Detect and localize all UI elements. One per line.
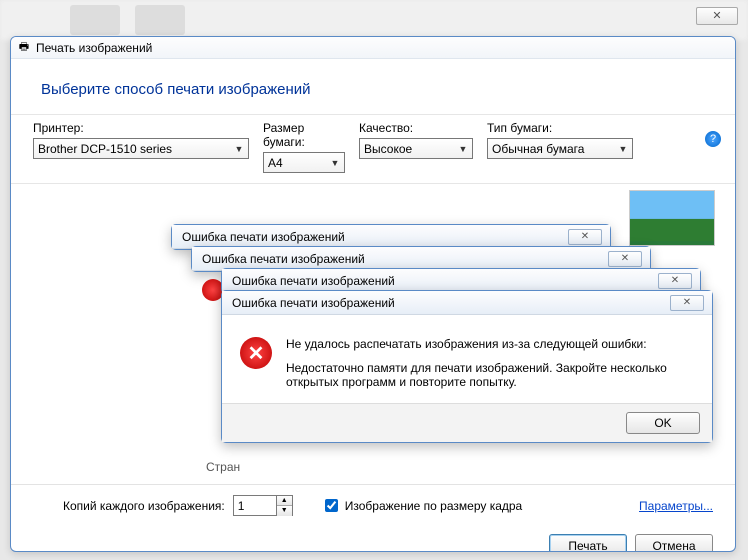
spinner-down[interactable]: ▼ [277,506,292,516]
paper-size-value: A4 [268,156,283,170]
dialog-close-button[interactable]: ✕ [608,251,642,267]
chevron-down-icon: ▼ [458,144,468,154]
preview-area: Ошибка печати изображений ✕ Ошибка печат… [11,184,735,484]
dialog-close-button[interactable]: ✕ [670,295,704,311]
action-bar: Печать Отмена [11,526,735,552]
chevron-down-icon: ▼ [618,144,628,154]
paper-size-select[interactable]: A4 ▼ [263,152,345,173]
paper-type-label: Тип бумаги: [487,121,633,135]
desktop-icon [135,5,185,35]
dialog-close-button[interactable]: ✕ [658,273,692,289]
print-button[interactable]: Печать [549,534,627,552]
paper-size-label: Размер бумаги: [263,121,345,149]
dialog-title: Ошибка печати изображений [182,230,345,244]
paper-type-value: Обычная бумага [492,142,584,156]
printer-icon: 🖶 [17,41,31,55]
copies-input[interactable] [233,495,277,516]
options-link[interactable]: Параметры... [639,499,713,513]
help-icon[interactable]: ? [705,131,721,147]
background-window-close[interactable]: ✕ [696,7,738,25]
error-message-line1: Не удалось распечатать изображения из-за… [286,337,694,351]
dialog-close-button[interactable]: ✕ [568,229,602,245]
print-options-bar: Принтер: Brother DCP-1510 series ▼ Разме… [11,114,735,184]
printer-select[interactable]: Brother DCP-1510 series ▼ [33,138,249,159]
chevron-down-icon: ▼ [330,158,340,168]
error-message-line2: Недостаточно памяти для печати изображен… [286,361,667,389]
dialog-title: Ошибка печати изображений [232,274,395,288]
chevron-down-icon: ▼ [234,144,244,154]
printer-label: Принтер: [33,121,249,135]
copies-label: Копий каждого изображения: [63,499,225,513]
page-header: Выберите способ печати изображений [11,59,735,114]
paper-type-select[interactable]: Обычная бумага ▼ [487,138,633,159]
fit-frame-checkbox[interactable]: Изображение по размеру кадра [321,496,522,515]
dialog-title: Ошибка печати изображений [202,252,365,266]
quality-select[interactable]: Высокое ▼ [359,138,473,159]
fit-frame-label: Изображение по размеру кадра [345,499,522,513]
error-dialog-topmost: Ошибка печати изображений ✕ ✕ Не удалось… [221,290,713,443]
copies-spinner[interactable]: ▲ ▼ [233,495,293,516]
layout-thumbnail[interactable] [629,190,715,246]
cancel-button[interactable]: Отмена [635,534,713,552]
quality-value: Высокое [364,142,412,156]
window-title: Печать изображений [36,41,152,55]
print-pictures-window: 🖶 Печать изображений Выберите способ печ… [10,36,736,552]
copies-bar: Копий каждого изображения: ▲ ▼ Изображен… [11,484,735,526]
pages-label: Стран [206,460,240,474]
titlebar: 🖶 Печать изображений [11,37,735,59]
printer-value: Brother DCP-1510 series [38,142,172,156]
quality-label: Качество: [359,121,473,135]
fit-frame-input[interactable] [325,499,338,512]
error-icon: ✕ [240,337,272,369]
dialog-title: Ошибка печати изображений [232,296,395,310]
ok-button[interactable]: OK [626,412,700,434]
desktop-icon [70,5,120,35]
spinner-up[interactable]: ▲ [277,496,292,506]
